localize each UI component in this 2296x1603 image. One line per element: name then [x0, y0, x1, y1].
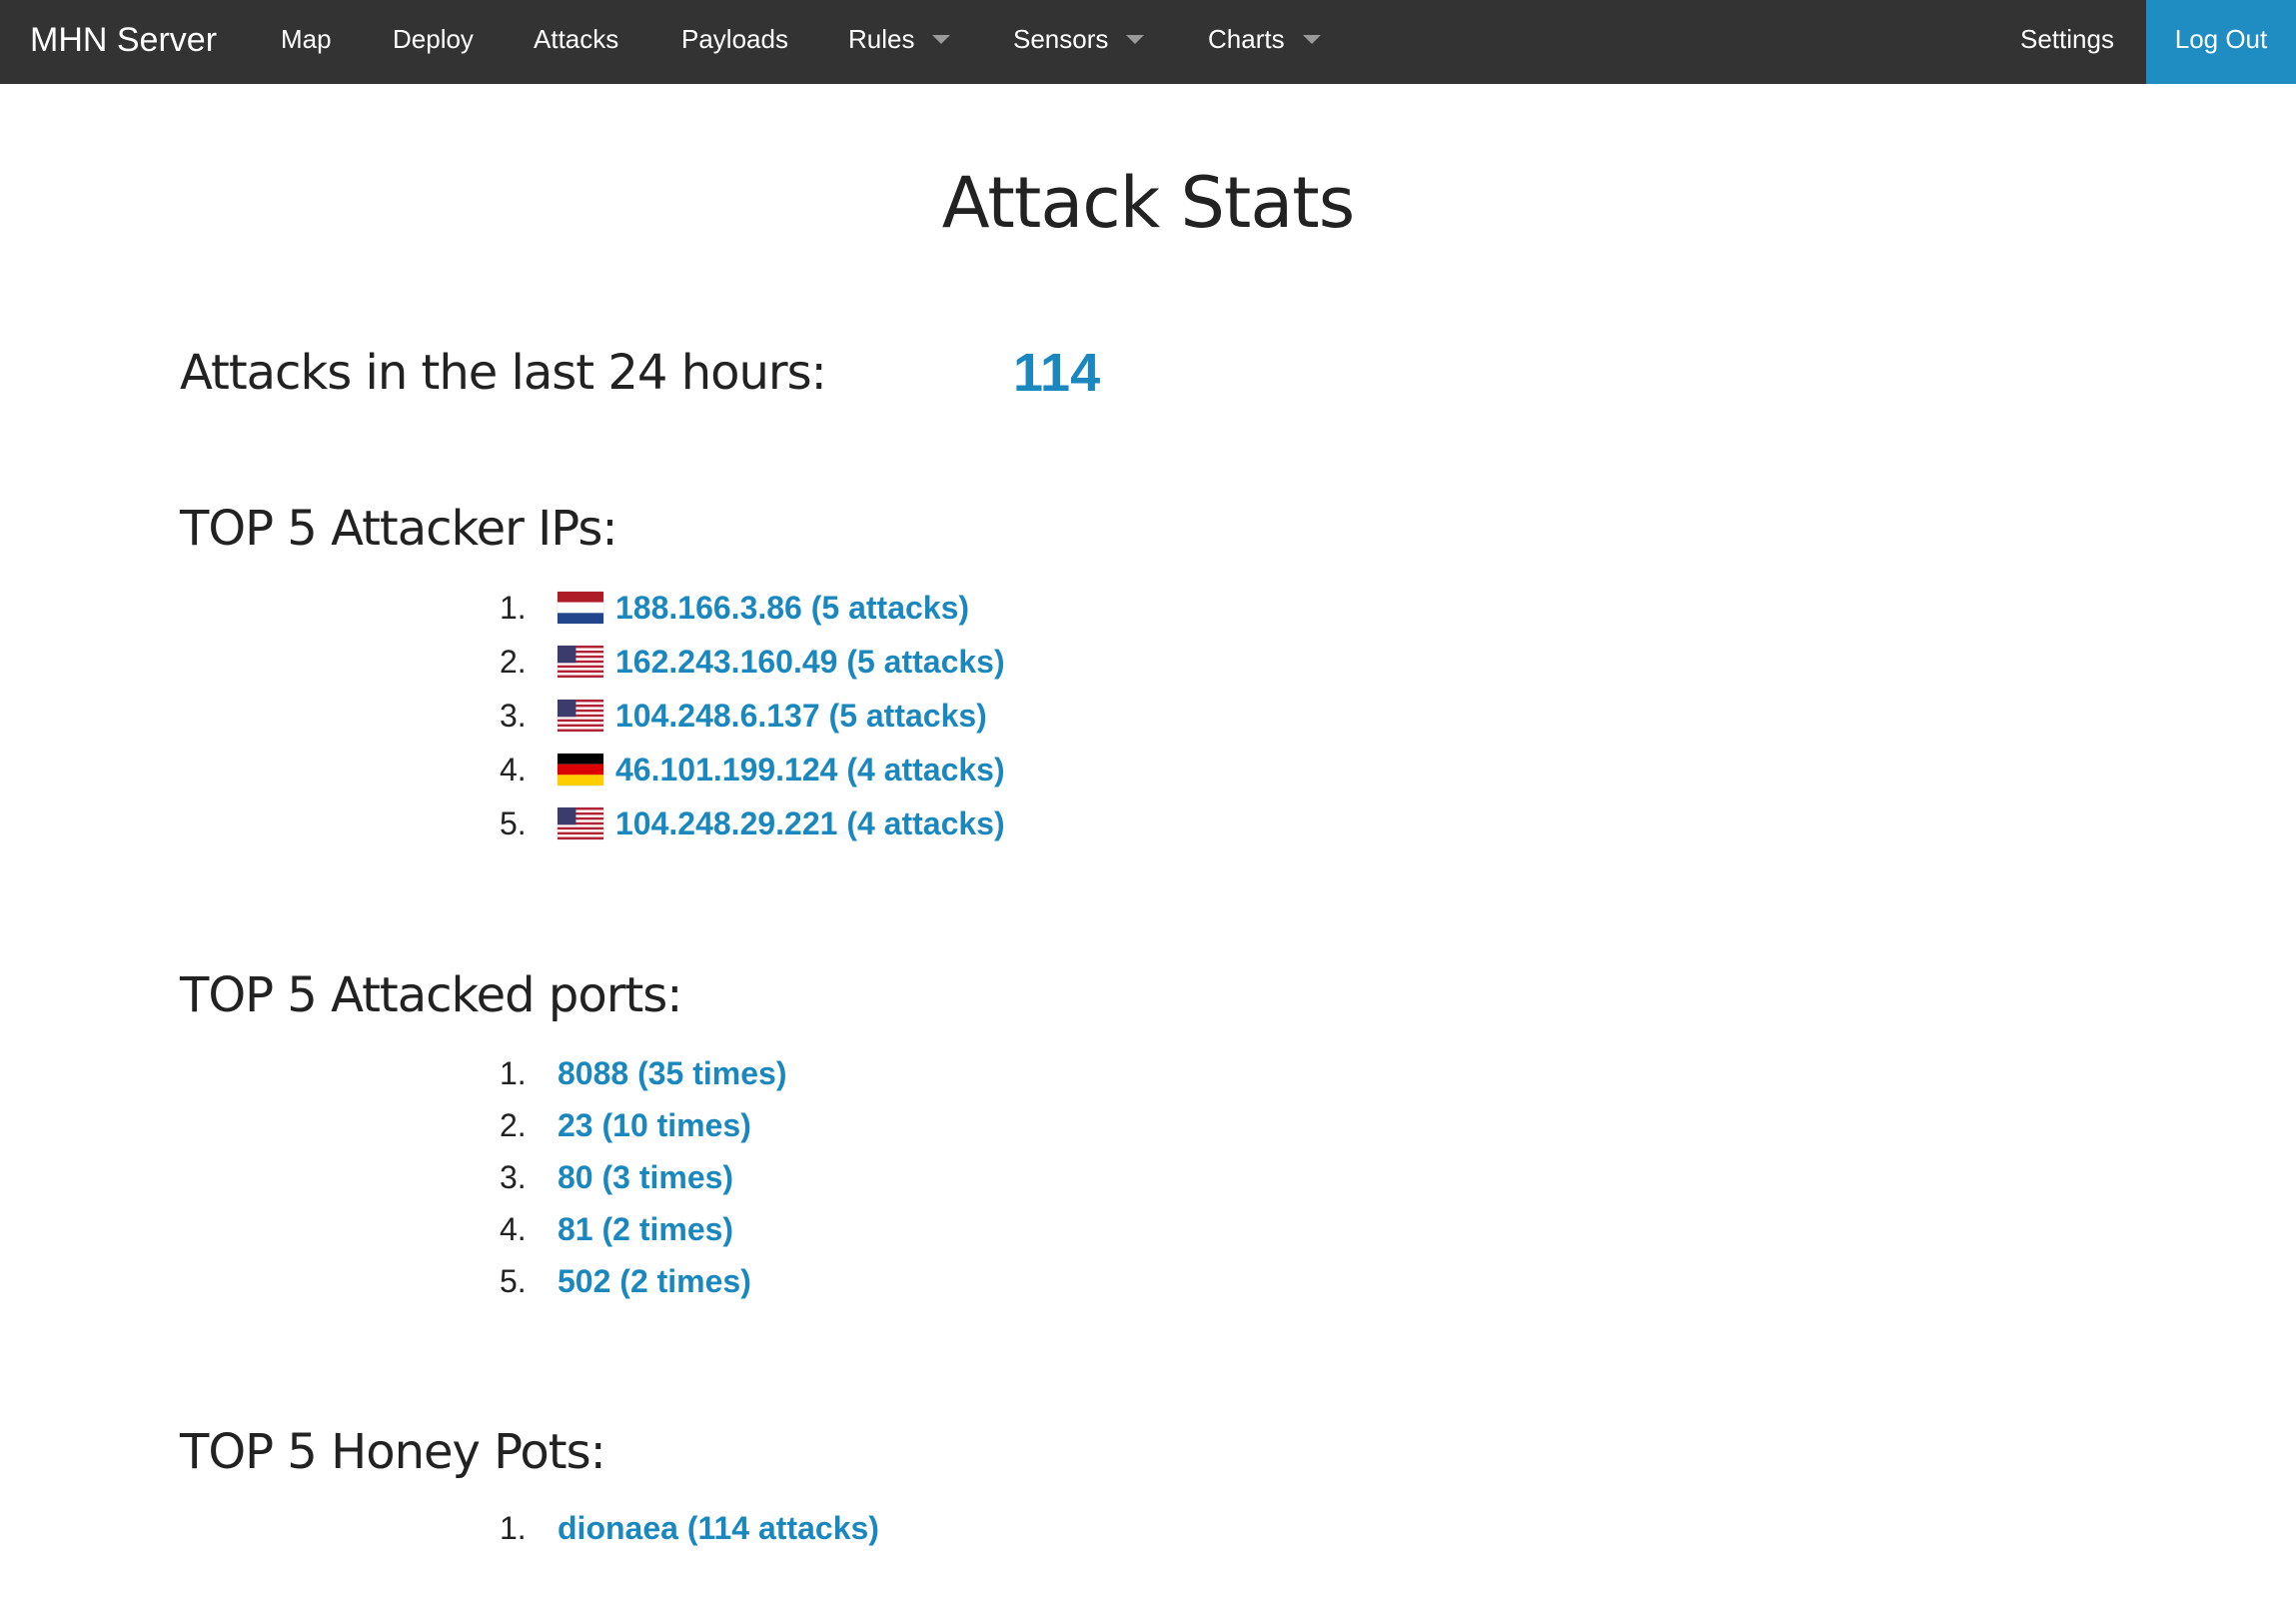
logout-button[interactable]: Log Out — [2146, 0, 2296, 84]
nav-item-payloads[interactable]: Payloads — [681, 0, 788, 84]
nav-dropdown-sensors[interactable]: Sensors — [1013, 0, 1145, 84]
rank-number: 1. — [500, 1055, 527, 1091]
brand-link[interactable]: MHN Server — [30, 0, 217, 84]
attacks-24h-label: Attacks in the last 24 hours: — [180, 345, 827, 401]
rank-number: 2. — [500, 1107, 527, 1143]
nav-dropdown-rules[interactable]: Rules — [848, 0, 951, 84]
attacks-24h-count-link[interactable]: 114 — [1013, 338, 1100, 408]
attacked-port-link[interactable]: 81 (2 times) — [558, 1211, 733, 1247]
rank-number: 2. — [500, 644, 527, 680]
list-item: 4. 81 (2 times) — [500, 1203, 786, 1255]
rank-number: 5. — [500, 1263, 527, 1299]
nav-item-deploy[interactable]: Deploy — [393, 0, 474, 84]
attacked-port-link[interactable]: 8088 (35 times) — [558, 1055, 786, 1091]
rank-number: 4. — [500, 1211, 527, 1247]
top-attacked-ports-list: 1. 8088 (35 times) 2. 23 (10 times) 3. 80 (… — [500, 1047, 786, 1307]
list-item: 4. 46.101.199.124 (4 attacks) — [500, 743, 1005, 797]
flag-netherlands-icon — [558, 591, 603, 624]
rank-number: 1. — [500, 590, 527, 626]
nav-dropdown-label: Sensors — [1013, 24, 1109, 54]
list-item: 2. 23 (10 times) — [500, 1099, 786, 1151]
flag-united-states-icon — [558, 806, 603, 839]
attacker-ip-link[interactable]: 104.248.29.221 (4 attacks) — [615, 805, 1005, 841]
list-item: 1. 8088 (35 times) — [500, 1047, 786, 1099]
nav-dropdown-label: Rules — [848, 24, 915, 54]
settings-link[interactable]: Settings — [2020, 0, 2114, 84]
nav-dropdown-label: Charts — [1208, 24, 1285, 54]
attacker-ip-link[interactable]: 162.243.160.49 (5 attacks) — [615, 644, 1005, 680]
rank-number: 5. — [500, 805, 527, 841]
top-honey-pots-heading: TOP 5 Honey Pots: — [180, 1424, 606, 1480]
caret-down-icon — [1302, 34, 1321, 44]
attacker-ip-link[interactable]: 188.166.3.86 (5 attacks) — [615, 590, 969, 626]
list-item: 5. 104.248.29.221 (4 attacks) — [500, 797, 1005, 850]
top-attacked-ports-heading: TOP 5 Attacked ports: — [180, 967, 682, 1023]
list-item: 5. 502 (2 times) — [500, 1255, 786, 1307]
flag-united-states-icon — [558, 699, 603, 732]
page-title: Attack Stats — [941, 162, 1355, 244]
attacker-ip-link[interactable]: 46.101.199.124 (4 attacks) — [615, 752, 1005, 788]
top-attacker-ips-heading: TOP 5 Attacker IPs: — [180, 501, 618, 557]
list-item: 1. dionaea (114 attacks) — [500, 1502, 879, 1554]
attacker-ip-link[interactable]: 104.248.6.137 (5 attacks) — [615, 698, 987, 734]
list-item: 3. 80 (3 times) — [500, 1151, 786, 1203]
flag-germany-icon — [558, 753, 603, 786]
nav-item-map[interactable]: Map — [281, 0, 332, 84]
list-item: 1. 188.166.3.86 (5 attacks) — [500, 581, 1005, 635]
rank-number: 4. — [500, 752, 527, 788]
caret-down-icon — [932, 34, 951, 44]
caret-down-icon — [1126, 34, 1145, 44]
attacked-port-link[interactable]: 502 (2 times) — [558, 1263, 751, 1299]
top-navbar: MHN Server Map Deploy Attacks Payloads R… — [0, 0, 2296, 84]
rank-number: 3. — [500, 1159, 527, 1195]
rank-number: 3. — [500, 698, 527, 734]
list-item: 3. 104.248.6.137 (5 attacks) — [500, 689, 1005, 743]
list-item: 2. 162.243.160.49 (5 attacks) — [500, 635, 1005, 689]
attacked-port-link[interactable]: 23 (10 times) — [558, 1107, 751, 1143]
nav-item-attacks[interactable]: Attacks — [534, 0, 618, 84]
honey-pot-link[interactable]: dionaea (114 attacks) — [558, 1510, 879, 1546]
flag-united-states-icon — [558, 645, 603, 678]
top-attacker-ips-list: 1. 188.166.3.86 (5 attacks) 2. 162.243.160… — [500, 581, 1005, 850]
top-honey-pots-list: 1. dionaea (114 attacks) — [500, 1502, 879, 1554]
nav-dropdown-charts[interactable]: Charts — [1208, 0, 1321, 84]
rank-number: 1. — [500, 1510, 527, 1546]
attacked-port-link[interactable]: 80 (3 times) — [558, 1159, 733, 1195]
